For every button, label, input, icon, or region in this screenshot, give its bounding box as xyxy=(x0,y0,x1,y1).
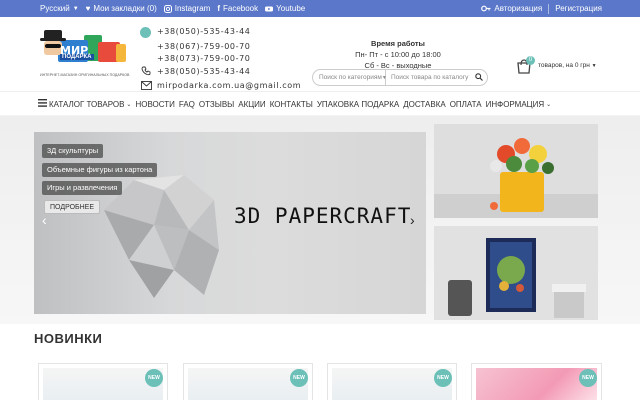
youtube-link[interactable]: Youtube xyxy=(265,4,305,13)
logo-gift-box xyxy=(116,44,126,62)
work-hours-title: Время работы xyxy=(371,39,425,48)
nav-item-contacts[interactable]: КОНТАКТЫ xyxy=(270,100,313,109)
chevron-down-icon: ▼ xyxy=(591,63,597,69)
key-icon xyxy=(481,4,491,13)
poster-image xyxy=(434,226,598,320)
new-items-title: НОВИНКИ xyxy=(34,331,103,346)
new-badge: NEW xyxy=(145,369,163,387)
top-bar: Русский ▼ ♥ Мои закладки (0) Instagram f… xyxy=(0,0,640,17)
nav-item-label: НОВОСТИ xyxy=(135,99,175,109)
nav-item-label: КАТАЛОГ ТОВАРОВ xyxy=(49,99,125,109)
nav-item-label: FAQ xyxy=(178,99,195,109)
slider-category-link[interactable]: 3Д скульптуры xyxy=(42,144,104,158)
nav-item-label: ИНФОРМАЦИЯ xyxy=(485,99,545,109)
nav-item-label: КОНТАКТЫ xyxy=(269,99,313,109)
phone-number[interactable]: +38(073)-759-00-70 xyxy=(157,54,250,63)
more-button[interactable]: ПОДРОБНЕЕ xyxy=(44,200,101,214)
chevron-down-icon: ⌄ xyxy=(546,101,552,108)
logo-hat xyxy=(44,30,62,38)
instagram-link[interactable]: Instagram xyxy=(163,4,211,13)
nav-item-delivery[interactable]: ДОСТАВКА xyxy=(403,100,445,109)
bookmarks-label: Мои закладки (0) xyxy=(93,4,157,13)
search-button[interactable] xyxy=(471,70,487,85)
product-image xyxy=(476,368,597,400)
login-link[interactable]: Авторизация xyxy=(481,4,542,13)
product-image xyxy=(43,368,163,400)
nav-item-catalog[interactable]: КАТАЛОГ ТОВАРОВ ⌄ xyxy=(38,99,131,109)
product-image xyxy=(332,368,452,400)
logo-subtext: ПОДАРКА xyxy=(60,54,94,60)
chevron-down-icon: ▼ xyxy=(72,5,79,12)
language-label: Русский xyxy=(40,4,70,13)
site-logo[interactable]: МИР ПОДАРКА ИНТЕРНЕТ-МАГАЗИН ОРИГИНАЛЬНЫ… xyxy=(40,30,129,82)
new-badge: NEW xyxy=(579,369,597,387)
phone-number[interactable]: +38(067)-759-00-70 xyxy=(157,42,250,51)
viber-icon xyxy=(141,66,151,78)
nav-item-promotions[interactable]: АКЦИИ xyxy=(238,100,265,109)
search-category-select[interactable]: Поиск по категориям ▼ xyxy=(313,70,387,85)
nav-item-faq[interactable]: FAQ xyxy=(179,100,195,109)
flower-box-banner[interactable] xyxy=(434,124,598,218)
language-select[interactable]: Русский ▼ xyxy=(40,4,79,13)
nav-item-label: ДОСТАВКА xyxy=(403,99,446,109)
facebook-icon: f xyxy=(217,4,220,13)
nav-item-payment[interactable]: ОПЛАТА xyxy=(450,100,482,109)
nav-item-label: УПАКОВКА ПОДАРКА xyxy=(316,99,400,109)
flower-box-image xyxy=(434,124,598,218)
phone-number[interactable]: +38(050)-535-43-44 xyxy=(157,27,250,36)
youtube-icon xyxy=(265,5,274,13)
nav-item-label: ОПЛАТА xyxy=(449,99,482,109)
register-link[interactable]: Регистрация xyxy=(555,4,602,13)
product-card[interactable]: NEW xyxy=(38,363,168,400)
cart-count-badge: 0 xyxy=(526,56,535,65)
register-label: Регистрация xyxy=(555,4,602,13)
hero-slider[interactable]: 3D PAPERCRAFT ‹ › xyxy=(34,132,426,314)
slider-prev-arrow[interactable]: ‹ xyxy=(42,212,47,228)
phone-number[interactable]: +38(050)-535-43-44 xyxy=(157,67,250,76)
nav-item-label: ОТЗЫВЫ xyxy=(198,99,235,109)
nav-item-label: АКЦИИ xyxy=(238,99,266,109)
slider-next-arrow[interactable]: › xyxy=(410,212,415,228)
login-label: Авторизация xyxy=(494,4,543,13)
work-hours-weekdays: Пн- Пт - с 10:00 до 18:00 xyxy=(355,50,441,59)
search-icon xyxy=(475,72,483,83)
main-nav: КАТАЛОГ ТОВАРОВ ⌄ НОВОСТИ FAQ ОТЗЫВЫ АКЦ… xyxy=(0,91,640,115)
nav-item-gift-wrapping[interactable]: УПАКОВКА ПОДАРКА xyxy=(317,100,399,109)
new-badge: NEW xyxy=(434,369,452,387)
search-bar: Поиск по категориям ▼ Поиск товара по ка… xyxy=(312,69,488,86)
product-card[interactable]: NEW xyxy=(471,363,602,400)
facebook-label: Facebook xyxy=(223,4,259,13)
nav-item-information[interactable]: ИНФОРМАЦИЯ ⌄ xyxy=(486,100,552,109)
instagram-label: Instagram xyxy=(174,4,211,13)
cart-summary: товаров, на 0 грн ▼ xyxy=(538,62,597,69)
slider-title: 3D PAPERCRAFT xyxy=(234,204,412,228)
slider-category-link[interactable]: Игры и развлечения xyxy=(42,181,123,195)
facebook-link[interactable]: f Facebook xyxy=(217,4,258,13)
cart-widget[interactable]: 0 товаров, на 0 грн ▼ xyxy=(516,56,606,76)
logo-tagline: ИНТЕРНЕТ-МАГАЗИН ОРИГИНАЛЬНЫХ ПОДАРКОВ xyxy=(40,73,130,77)
cart-summary-text: товаров, на 0 грн xyxy=(538,62,590,69)
new-badge: NEW xyxy=(290,369,308,387)
instagram-icon xyxy=(163,4,172,13)
search-category-label: Поиск по категориям xyxy=(319,74,382,81)
header: МИР ПОДАРКА ИНТЕРНЕТ-МАГАЗИН ОРИГИНАЛЬНЫ… xyxy=(0,17,640,91)
logo-glasses xyxy=(45,44,61,48)
youtube-label: Youtube xyxy=(276,4,306,13)
nav-item-reviews[interactable]: ОТЗЫВЫ xyxy=(199,100,234,109)
product-card[interactable]: NEW xyxy=(327,363,457,400)
chevron-down-icon: ⌄ xyxy=(126,101,132,108)
work-hours: Время работы Пн- Пт - с 10:00 до 18:00 С… xyxy=(350,38,446,71)
email-link[interactable]: mirpodarka.com.ua@gmail.com xyxy=(157,81,301,90)
bookmarks-link[interactable]: ♥ Мои закладки (0) xyxy=(86,4,157,13)
poster-banner[interactable] xyxy=(434,226,598,320)
heart-icon: ♥ xyxy=(85,4,91,13)
product-image xyxy=(188,368,308,400)
divider xyxy=(548,3,550,14)
product-card[interactable]: NEW xyxy=(183,363,313,400)
nav-item-news[interactable]: НОВОСТИ xyxy=(135,100,174,109)
slider-category-link[interactable]: Объемные фигуры из картона xyxy=(42,163,158,177)
phone-icon xyxy=(140,27,151,38)
search-input[interactable]: Поиск товара по каталогу xyxy=(386,74,471,81)
hamburger-icon xyxy=(38,99,47,109)
